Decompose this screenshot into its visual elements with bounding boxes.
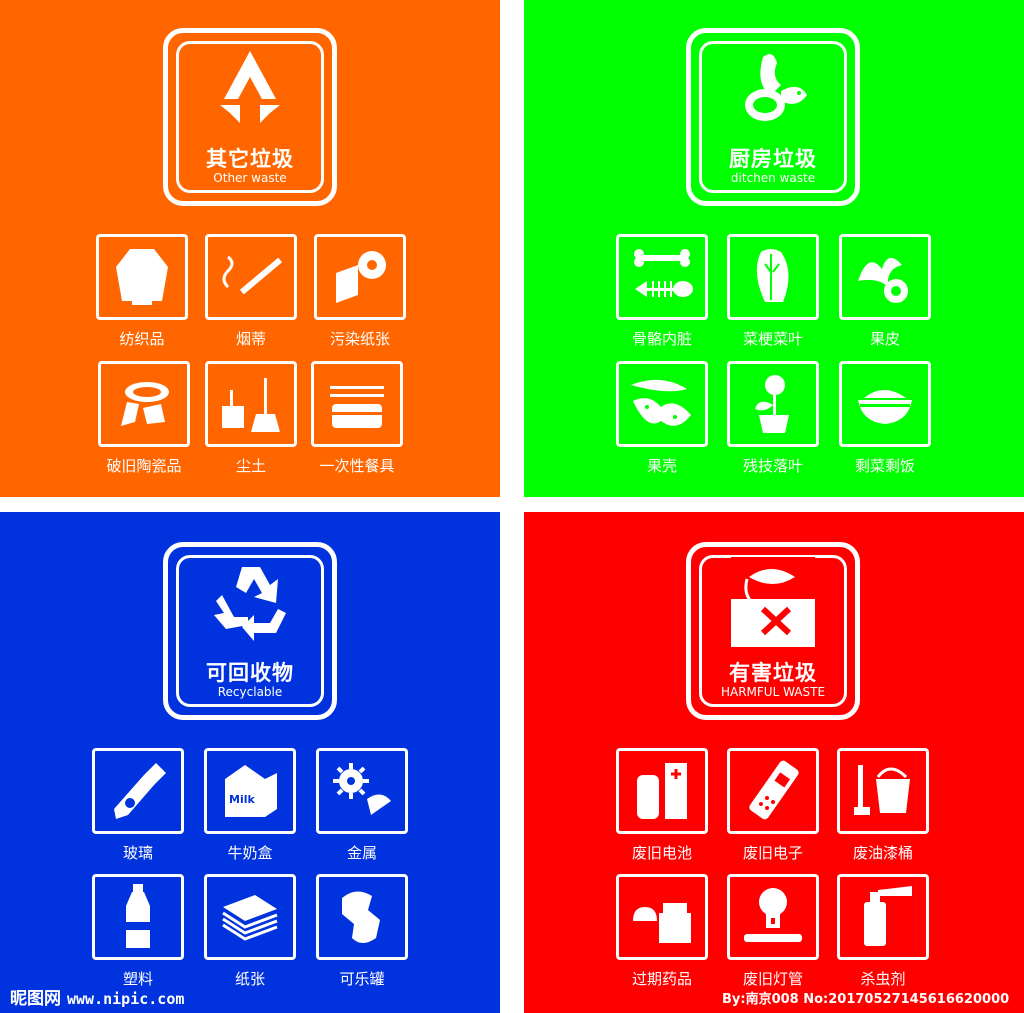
item-label: 一次性餐具	[319, 457, 395, 475]
item-waste-paint-buckets: 废油漆桶	[837, 748, 929, 863]
other-waste-sign: 其它垃圾 Other waste	[163, 28, 337, 206]
item-expired-medicine: 过期药品	[616, 874, 708, 989]
item-leftovers: 剩菜剩饭	[839, 361, 931, 476]
item-broken-ceramics: 破旧陶瓷品	[98, 361, 190, 476]
harmful-waste-panel: 有害垃圾 HARMFUL WASTE 废旧电池 废旧电子 废油漆桶 过期药品 废…	[524, 512, 1024, 1013]
potted-plant-icon	[727, 361, 819, 447]
item-metal: 金属	[316, 748, 408, 863]
site-watermark: 昵图网 www.nipic.com	[10, 984, 184, 1009]
item-waste-batteries: 废旧电池	[616, 748, 708, 863]
item-vegetable-leaves: 菜梗菜叶	[727, 234, 819, 349]
paper-stack-icon	[204, 874, 296, 960]
plastic-bottle-icon	[92, 874, 184, 960]
item-contaminated-paper: 污染纸张	[314, 234, 406, 349]
recyclable-title: 可回收物	[206, 661, 294, 685]
item-dust: 尘土	[205, 361, 297, 476]
item-cigarette-butts: 烟蒂	[205, 234, 297, 349]
kitchen-waste-subtitle: ditchen waste	[730, 171, 816, 185]
clothing-icon	[96, 234, 188, 320]
item-label: 玻璃	[122, 844, 153, 862]
bone-fish-icon	[616, 234, 708, 320]
broken-ceramic-icon	[98, 361, 190, 447]
medicine-bottle-icon	[616, 874, 708, 960]
other-waste-title: 其它垃圾	[206, 147, 294, 171]
item-plastic: 塑料	[92, 874, 184, 989]
other-waste-subtitle: Other waste	[213, 171, 287, 185]
item-label: 废油漆桶	[852, 844, 913, 862]
food-scraps-icon	[691, 43, 855, 143]
harmful-waste-subtitle: HARMFUL WASTE	[720, 685, 826, 699]
kitchen-waste-title: 厨房垃圾	[729, 147, 817, 171]
paint-bucket-icon	[837, 748, 929, 834]
paper-roll-icon	[314, 234, 406, 320]
light-tube-icon	[727, 874, 819, 960]
author-credit: By:南京008 No:20170527145616620000	[722, 992, 1010, 1007]
spray-can-icon	[837, 874, 929, 960]
disposable-tableware-icon	[311, 361, 403, 447]
cabbage-icon	[727, 234, 819, 320]
cigarette-icon	[205, 234, 297, 320]
crushed-can-icon	[316, 874, 408, 960]
battery-icon	[616, 748, 708, 834]
item-bones-organs: 骨骼内脏	[616, 234, 708, 349]
item-waste-electronics: 废旧电子	[727, 748, 819, 863]
item-label: 纸张	[234, 970, 265, 988]
item-textiles: 纺织品	[96, 234, 188, 349]
metal-parts-icon	[316, 748, 408, 834]
site-name: 昵图网	[10, 989, 61, 1009]
dustpan-broom-icon	[205, 361, 297, 447]
rice-bowl-icon	[839, 361, 931, 447]
glass-bottle-icon	[92, 748, 184, 834]
kitchen-waste-panel: 厨房垃圾 ditchen waste 骨骼内脏 菜梗菜叶 果皮 果壳 残技落叶	[524, 0, 1024, 497]
item-label: 牛奶盒	[227, 844, 273, 862]
hazard-fish-icon	[691, 557, 855, 657]
item-fruit-peel: 果皮	[839, 234, 931, 349]
item-disposable-tableware: 一次性餐具	[311, 361, 403, 476]
triangle-arrows-icon	[168, 43, 332, 143]
recycle-icon	[168, 557, 332, 657]
peanut-shell-icon	[616, 361, 708, 447]
item-label: 果皮	[869, 330, 900, 348]
item-fallen-leaves: 残技落叶	[727, 361, 819, 476]
item-label: 杀虫剂	[860, 970, 906, 988]
site-url: www.nipic.com	[67, 990, 185, 1008]
recyclable-subtitle: Recyclable	[217, 685, 283, 699]
harmful-waste-title: 有害垃圾	[729, 661, 817, 685]
item-label: 剩菜剩饭	[854, 457, 915, 475]
item-label: 金属	[346, 844, 377, 862]
item-label: 菜梗菜叶	[742, 330, 803, 348]
item-label: 污染纸张	[329, 330, 390, 348]
svg-text:Milk: Milk	[229, 793, 255, 806]
item-label: 残技落叶	[742, 457, 803, 475]
item-nut-shells: 果壳	[616, 361, 708, 476]
item-paper: 纸张	[204, 874, 296, 989]
recyclable-panel: 可回收物 Recyclable 玻璃 Milk 牛奶盒 金属 塑料 纸张 可乐罐	[0, 512, 500, 1013]
harmful-waste-sign: 有害垃圾 HARMFUL WASTE	[686, 542, 860, 720]
item-waste-light-tubes: 废旧灯管	[727, 874, 819, 989]
item-label: 可乐罐	[339, 970, 385, 988]
fruit-peel-icon	[839, 234, 931, 320]
other-waste-panel: 其它垃圾 Other waste 纺织品 烟蒂 污染纸张 破旧陶瓷品 尘土 一次…	[0, 0, 500, 497]
item-milk-carton: Milk 牛奶盒	[204, 748, 296, 863]
item-insecticide: 杀虫剂	[837, 874, 929, 989]
item-cola-can: 可乐罐	[316, 874, 408, 989]
recyclable-sign: 可回收物 Recyclable	[163, 542, 337, 720]
item-glass: 玻璃	[92, 748, 184, 863]
milk-carton-icon: Milk	[204, 748, 296, 834]
kitchen-waste-sign: 厨房垃圾 ditchen waste	[686, 28, 860, 206]
mobile-phone-icon	[727, 748, 819, 834]
